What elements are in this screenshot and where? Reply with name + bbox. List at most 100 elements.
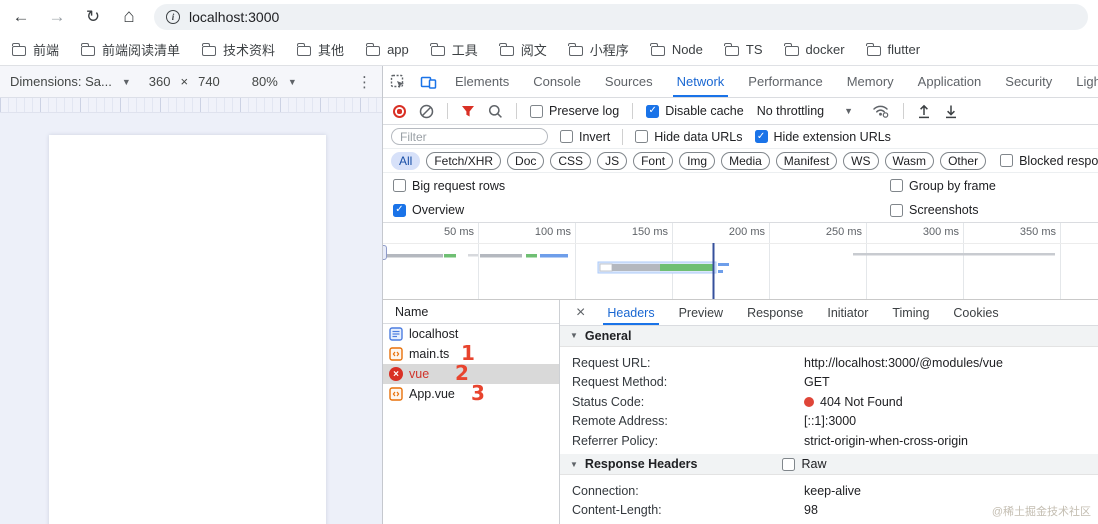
address-bar[interactable]: i localhost:3000 bbox=[154, 4, 1088, 30]
raw-checkbox[interactable]: Raw bbox=[782, 457, 826, 471]
preserve-log-checkbox[interactable]: Preserve log bbox=[530, 104, 619, 118]
tab-response[interactable]: Response bbox=[737, 300, 813, 325]
throttling-select[interactable]: No throttling▼ bbox=[757, 104, 853, 118]
network-options-row: Big request rows Group by frame bbox=[383, 173, 1098, 198]
filter-pill-fetchxhr[interactable]: Fetch/XHR bbox=[426, 152, 501, 170]
filter-icon[interactable] bbox=[461, 105, 475, 118]
back-icon[interactable]: ← bbox=[10, 8, 32, 25]
url-text[interactable]: localhost:3000 bbox=[189, 9, 279, 25]
filter-pill-font[interactable]: Font bbox=[633, 152, 673, 170]
request-row-appvue[interactable]: App.vue 3 bbox=[383, 384, 559, 404]
filter-input[interactable] bbox=[391, 128, 548, 145]
filter-pill-media[interactable]: Media bbox=[721, 152, 770, 170]
inspect-element-icon[interactable] bbox=[383, 66, 413, 97]
tab-timing[interactable]: Timing bbox=[882, 300, 939, 325]
document-icon bbox=[389, 327, 403, 341]
filter-pill-all[interactable]: All bbox=[391, 152, 420, 170]
chevron-down-icon: ▼ bbox=[844, 106, 853, 116]
invert-checkbox[interactable]: Invert bbox=[560, 130, 610, 144]
tab-preview[interactable]: Preview bbox=[669, 300, 733, 325]
response-headers-section-header[interactable]: ▼ Response Headers Raw bbox=[560, 454, 1098, 475]
filter-pill-doc[interactable]: Doc bbox=[507, 152, 544, 170]
record-network-log-icon[interactable] bbox=[393, 105, 406, 118]
filter-pill-js[interactable]: JS bbox=[597, 152, 627, 170]
checkbox-checked-icon bbox=[393, 204, 406, 217]
search-icon[interactable] bbox=[488, 104, 503, 119]
chevron-down-icon[interactable]: ▼ bbox=[122, 77, 131, 87]
tab-cookies[interactable]: Cookies bbox=[943, 300, 1008, 325]
filter-pill-manifest[interactable]: Manifest bbox=[776, 152, 837, 170]
home-icon[interactable]: ⌂ bbox=[118, 7, 140, 26]
device-width-field[interactable]: 360 bbox=[149, 74, 171, 89]
tab-console[interactable]: Console bbox=[521, 66, 593, 97]
tab-security[interactable]: Security bbox=[993, 66, 1064, 97]
script-icon bbox=[389, 347, 403, 361]
tab-lighthouse[interactable]: Lighthouse bbox=[1064, 66, 1098, 97]
overview-checkbox[interactable]: Overview bbox=[393, 203, 464, 217]
checkbox-unchecked-icon bbox=[560, 130, 573, 143]
name-column-header[interactable]: Name bbox=[383, 300, 559, 324]
filter-pill-other[interactable]: Other bbox=[940, 152, 986, 170]
device-height-field[interactable]: 740 bbox=[198, 74, 220, 89]
export-har-icon[interactable] bbox=[944, 104, 958, 119]
import-har-icon[interactable] bbox=[917, 104, 931, 119]
chevron-down-icon[interactable]: ▼ bbox=[288, 77, 297, 87]
bookmark-folder[interactable]: Node bbox=[651, 42, 703, 57]
site-info-icon[interactable]: i bbox=[166, 10, 180, 24]
checkbox-unchecked-icon bbox=[530, 105, 543, 118]
disable-cache-checkbox[interactable]: Disable cache bbox=[646, 104, 744, 118]
reload-icon[interactable]: ↻ bbox=[82, 8, 104, 25]
device-more-options-icon[interactable]: ⋮ bbox=[357, 73, 372, 91]
bookmark-folder[interactable]: app bbox=[366, 42, 409, 57]
dimensions-separator: × bbox=[181, 74, 189, 89]
tab-application[interactable]: Application bbox=[906, 66, 994, 97]
tab-headers[interactable]: Headers bbox=[597, 300, 664, 325]
general-section-header[interactable]: ▼ General bbox=[560, 326, 1098, 347]
hide-data-urls-checkbox[interactable]: Hide data URLs bbox=[635, 130, 742, 144]
hide-extension-urls-checkbox[interactable]: Hide extension URLs bbox=[755, 130, 891, 144]
bookmark-folder[interactable]: TS bbox=[725, 42, 763, 57]
filter-pill-wasm[interactable]: Wasm bbox=[885, 152, 935, 170]
tab-memory[interactable]: Memory bbox=[835, 66, 906, 97]
bookmark-folder[interactable]: 前端阅读清单 bbox=[81, 40, 180, 59]
browser-window: ← → ↻ ⌂ i localhost:3000 前端 前端阅读清单 技术资料 … bbox=[0, 0, 1098, 524]
bookmark-folder[interactable]: 其他 bbox=[297, 40, 344, 59]
folder-icon bbox=[297, 46, 311, 56]
timeline-drag-handle[interactable] bbox=[383, 245, 387, 260]
bookmark-folder[interactable]: 技术资料 bbox=[202, 40, 275, 59]
request-row-maints[interactable]: main.ts 1 bbox=[383, 344, 559, 364]
network-toolbar: Preserve log Disable cache No throttling… bbox=[383, 98, 1098, 125]
bookmark-folder[interactable]: 工具 bbox=[431, 40, 478, 59]
network-conditions-icon[interactable] bbox=[872, 104, 890, 118]
bookmark-folder[interactable]: flutter bbox=[867, 42, 921, 57]
tab-performance[interactable]: Performance bbox=[736, 66, 834, 97]
filter-pill-img[interactable]: Img bbox=[679, 152, 715, 170]
big-request-rows-checkbox[interactable]: Big request rows bbox=[393, 179, 505, 193]
bookmark-folder[interactable]: 小程序 bbox=[569, 40, 629, 59]
zoom-select[interactable]: 80% bbox=[252, 74, 278, 89]
blocked-response-cookies-checkbox[interactable]: Blocked response cookies bbox=[1000, 154, 1098, 168]
filter-pill-css[interactable]: CSS bbox=[550, 152, 591, 170]
filter-pill-ws[interactable]: WS bbox=[843, 152, 878, 170]
folder-icon bbox=[651, 46, 665, 56]
close-icon[interactable]: × bbox=[568, 304, 593, 322]
tab-elements[interactable]: Elements bbox=[443, 66, 521, 97]
toggle-device-toolbar-icon[interactable] bbox=[413, 66, 443, 97]
checkbox-unchecked-icon bbox=[635, 130, 648, 143]
forward-icon[interactable]: → bbox=[46, 8, 68, 25]
tab-network[interactable]: Network bbox=[665, 66, 737, 97]
tab-initiator[interactable]: Initiator bbox=[817, 300, 878, 325]
clear-network-log-icon[interactable] bbox=[419, 104, 434, 119]
tab-sources[interactable]: Sources bbox=[593, 66, 665, 97]
bookmark-folder[interactable]: 前端 bbox=[12, 40, 59, 59]
group-by-frame-checkbox[interactable]: Group by frame bbox=[890, 179, 996, 193]
bookmark-folder[interactable]: docker bbox=[785, 42, 845, 57]
network-overview-timeline[interactable]: 50 ms 100 ms 150 ms 200 ms 250 ms 300 ms… bbox=[383, 223, 1098, 300]
horizontal-ruler bbox=[0, 98, 382, 113]
device-select[interactable]: Dimensions: Sa... bbox=[10, 74, 112, 89]
emulated-page[interactable] bbox=[49, 135, 326, 524]
header-row: Status Code:404 Not Found bbox=[560, 392, 1098, 412]
bookmark-folder[interactable]: 阅文 bbox=[500, 40, 547, 59]
screenshots-checkbox[interactable]: Screenshots bbox=[890, 203, 978, 217]
toolbar-divider bbox=[622, 129, 623, 145]
